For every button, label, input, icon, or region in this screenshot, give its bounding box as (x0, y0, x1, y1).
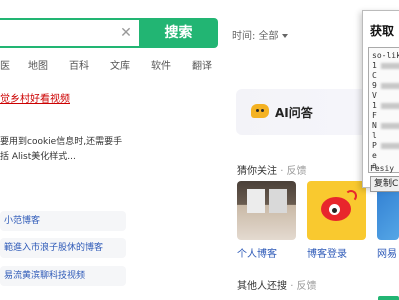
weibo-logo-thumbnail[interactable] (307, 181, 366, 240)
section-heading: 其他人还搜 (237, 281, 287, 292)
thumbnail-label[interactable]: 网易 (377, 245, 397, 260)
result-snippet: 要用到cookie信息时,还需要手 括 Alist美化样式... (0, 135, 130, 165)
result-title-link[interactable]: 觉乡村好看视频 (0, 90, 70, 105)
popup-title: 获取 (370, 24, 395, 38)
thumbnail-card (247, 189, 265, 213)
tab-wenku[interactable]: 文库 (110, 57, 130, 72)
others-searched-title: 其他人还搜 · 反馈 (237, 277, 317, 292)
tab-medical[interactable]: 医 (0, 57, 10, 72)
blurred-text (381, 123, 399, 129)
thumbnail-label[interactable]: 个人博客 (237, 245, 277, 260)
ai-answer-label: AI问答 (275, 106, 313, 120)
code-line: P (372, 141, 377, 150)
cookie-textarea[interactable]: so-lik 1 C 9 V 1 F N l P e a (368, 47, 399, 173)
search-button[interactable]: 搜索 (139, 18, 218, 48)
weibo-arc-shape (345, 190, 357, 202)
blurred-text (381, 143, 399, 149)
copy-button[interactable]: 复制C (370, 176, 399, 192)
weibo-core-shape (332, 208, 337, 213)
tab-baike[interactable]: 百科 (69, 57, 89, 72)
related-search-item[interactable]: 易流黄滨聊科技视频 (0, 266, 126, 286)
feedback-link[interactable]: · 反馈 (280, 166, 306, 177)
time-filter-label: 时间: 全部 (232, 31, 279, 42)
chevron-down-icon (281, 34, 288, 38)
ai-chat-icon (251, 104, 269, 118)
blurred-text (381, 103, 399, 109)
tab-map[interactable]: 地图 (28, 57, 48, 72)
snippet-line: 括 Alist美化样式... (0, 152, 76, 162)
thumbnail-card (269, 189, 287, 213)
blurred-text (381, 83, 399, 89)
code-line: so-lik (372, 51, 399, 60)
feedback-link[interactable]: · 反馈 (290, 281, 316, 292)
blurred-text (381, 63, 399, 69)
guess-you-like-title: 猜你关注 · 反馈 (237, 162, 307, 177)
search-results-page: ✕ 搜索 时间: 全部 医 地图 百科 文库 软件 翻译 觉乡村好看视频 要用到… (0, 0, 399, 300)
tab-translate[interactable]: 翻译 (192, 57, 212, 72)
related-search-item[interactable]: 小范博客 (0, 211, 126, 231)
related-search-item[interactable]: 範進入市浪子股休的博客 (0, 238, 126, 258)
code-line: l (372, 131, 377, 140)
time-filter-dropdown[interactable]: 时间: 全部 (232, 27, 288, 42)
accent-tab (378, 296, 399, 300)
code-line: Fesiy (370, 164, 395, 173)
code-line: F (372, 111, 377, 120)
code-line: V (372, 91, 377, 100)
code-line: C (372, 71, 377, 80)
code-line: N (372, 121, 377, 130)
code-line: 1 (372, 101, 377, 110)
snippet-line: 要用到cookie信息时,还需要手 (0, 137, 123, 147)
thumbnail-label[interactable]: 博客登录 (307, 245, 347, 260)
tab-software[interactable]: 软件 (151, 57, 171, 72)
section-heading: 猜你关注 (237, 166, 277, 177)
code-line: 9 (372, 81, 377, 90)
clear-icon[interactable]: ✕ (118, 24, 134, 42)
extension-popup: 获取 so-lik 1 C 9 V 1 F N l P e a Fesiy 复制… (362, 10, 399, 192)
personal-blog-thumbnail[interactable] (237, 181, 296, 240)
code-line: e (372, 151, 377, 160)
code-line: 1 (372, 61, 377, 70)
